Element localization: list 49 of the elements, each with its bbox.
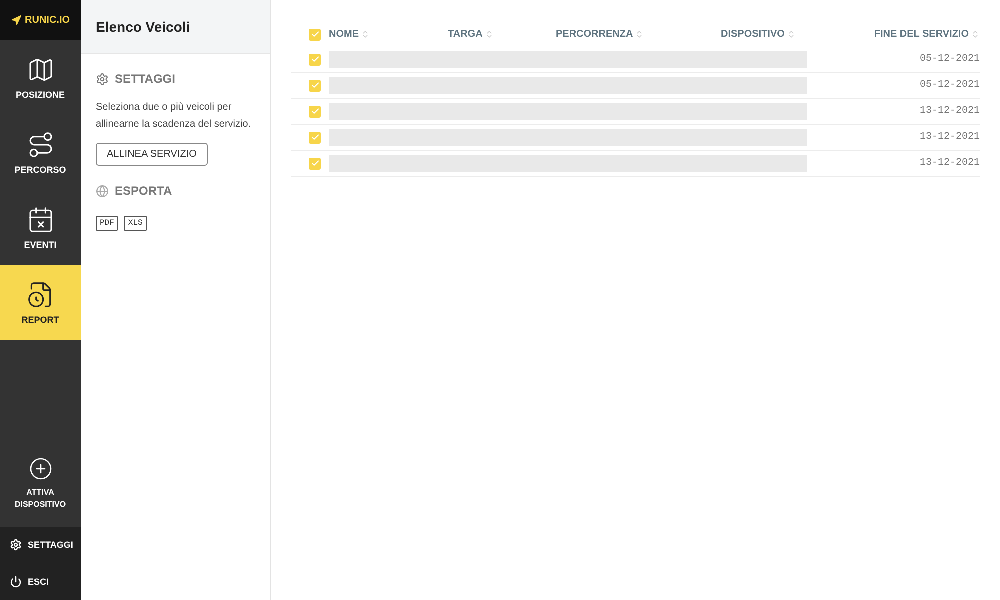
sort-icon bbox=[635, 30, 644, 39]
check-icon bbox=[310, 107, 320, 116]
column-header[interactable]: DISPOSITIVO bbox=[721, 29, 796, 40]
align-service-button[interactable]: ALLINEA SERVIZIO bbox=[96, 143, 208, 166]
footer-item[interactable]: SETTAGGI bbox=[0, 539, 81, 552]
check-icon bbox=[310, 30, 320, 39]
settings-icon bbox=[10, 539, 22, 552]
sort-icon bbox=[786, 30, 796, 39]
date-cell: 05-12-2021 bbox=[920, 54, 980, 65]
nav-icon bbox=[26, 206, 54, 234]
nav-item[interactable]: PERCORSO bbox=[0, 115, 81, 190]
row-checkbox[interactable] bbox=[309, 106, 321, 118]
power-icon bbox=[10, 576, 22, 588]
nav-item[interactable]: POSIZIONE bbox=[0, 40, 81, 115]
export-button[interactable]: PDF bbox=[96, 216, 118, 231]
column-header[interactable]: TARGA bbox=[448, 29, 494, 40]
date-cell: 05-12-2021 bbox=[920, 80, 980, 91]
logo-text: RUNIC.IO bbox=[25, 14, 70, 26]
panel-title: Elenco Veicoli bbox=[96, 18, 190, 34]
row-checkbox[interactable] bbox=[309, 54, 321, 66]
sort-icon bbox=[361, 30, 370, 39]
select-all-checkbox[interactable] bbox=[309, 28, 321, 40]
footer-item[interactable]: ESCI bbox=[0, 576, 81, 588]
row-checkbox[interactable] bbox=[309, 158, 321, 170]
settings-icon bbox=[96, 72, 109, 86]
nav-item[interactable]: REPORT bbox=[0, 265, 81, 340]
nav-item[interactable]: EVENTI bbox=[0, 190, 81, 265]
section-heading: ESPORTA bbox=[115, 184, 172, 198]
date-cell: 13-12-2021 bbox=[920, 158, 980, 169]
sort-icon bbox=[971, 30, 980, 39]
date-cell: 13-12-2021 bbox=[920, 132, 980, 143]
export-button[interactable]: XLS bbox=[124, 216, 147, 231]
date-cell: 13-12-2021 bbox=[920, 106, 980, 117]
check-icon bbox=[310, 55, 320, 64]
arrow-icon bbox=[11, 14, 22, 26]
check-icon bbox=[310, 81, 320, 90]
section-heading: SETTAGGI bbox=[115, 72, 176, 86]
row-checkbox[interactable] bbox=[309, 132, 321, 144]
row-checkbox[interactable] bbox=[309, 80, 321, 92]
activate-device-item[interactable]: ATTIVA DISPOSITIVO bbox=[0, 440, 81, 527]
column-header[interactable]: NOME bbox=[329, 29, 370, 40]
description-text: Seleziona due o più veicoli per allinearne la scadenza del servizio. bbox=[96, 101, 252, 132]
plus-circle-icon bbox=[28, 456, 52, 480]
check-icon bbox=[310, 159, 320, 168]
check-icon bbox=[310, 133, 320, 142]
sort-icon bbox=[484, 30, 494, 39]
globe-icon bbox=[96, 184, 109, 198]
column-header[interactable]: FINE DEL SERVIZIO bbox=[874, 29, 980, 40]
column-header[interactable]: PERCORRENZA bbox=[556, 29, 644, 40]
